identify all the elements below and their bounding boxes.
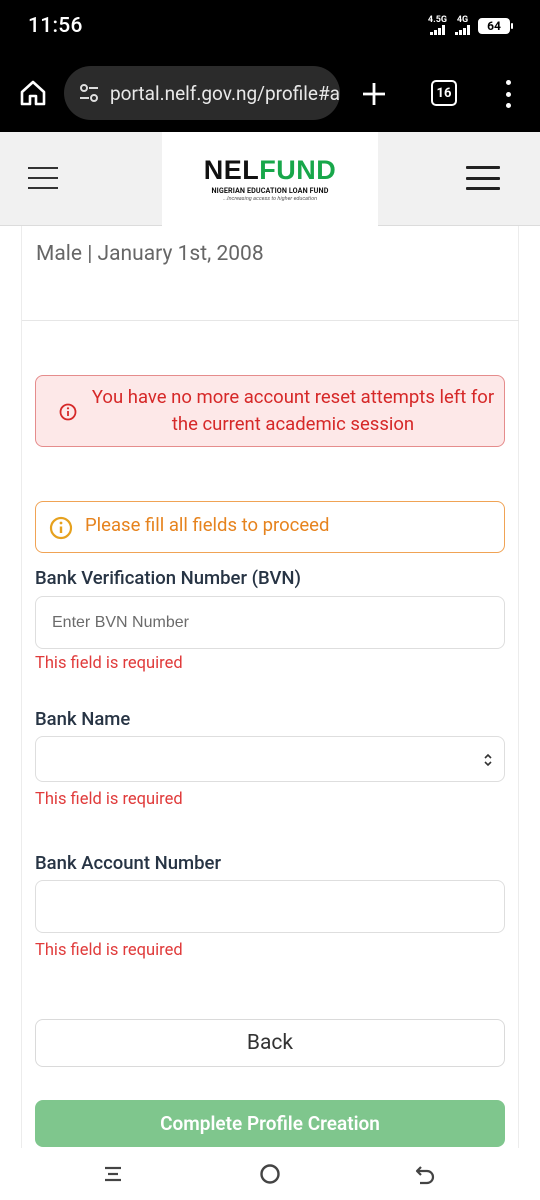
new-tab-plus-icon[interactable] — [360, 80, 388, 108]
back-nav-icon[interactable] — [414, 1163, 436, 1185]
url-text: portal.nelf.gov.ng/profile#ac — [110, 81, 340, 105]
status-bar: 11:56 4.5G 4G 64 — [0, 0, 540, 56]
home-circle-icon[interactable] — [259, 1163, 281, 1185]
logo-nel: NEL — [203, 155, 260, 185]
site-settings-icon[interactable] — [78, 82, 100, 104]
logo-tagline: ...Increasing access to higher education — [222, 196, 318, 202]
warning-alert: Please fill all fields to proceed — [35, 501, 505, 553]
bank-name-select[interactable] — [35, 736, 505, 782]
hamburger-menu-icon[interactable] — [466, 166, 500, 190]
bvn-error: This field is required — [35, 654, 183, 673]
account-number-input-wrapper — [35, 880, 505, 933]
gender-dob-text: Male | January 1st, 2008 — [36, 242, 264, 266]
recent-apps-icon[interactable] — [103, 1164, 123, 1184]
account-number-label: Bank Account Number — [35, 852, 221, 874]
back-button[interactable]: Back — [35, 1019, 505, 1067]
warning-alert-text: Please fill all fields to proceed — [85, 514, 330, 536]
system-nav-bar — [0, 1148, 540, 1200]
bvn-input-wrapper — [35, 596, 505, 649]
select-chevron-icon — [484, 753, 492, 767]
divider — [22, 320, 519, 321]
signal-icon: 4.5G — [428, 16, 447, 35]
bvn-input[interactable] — [36, 597, 504, 648]
bvn-label: Bank Verification Number (BVN) — [35, 567, 301, 589]
status-time: 11:56 — [28, 14, 83, 38]
profile-card: Male | January 1st, 2008 — [21, 226, 519, 1156]
account-number-error: This field is required — [35, 941, 183, 960]
tab-switcher-icon[interactable]: 16 — [431, 80, 457, 106]
logo-fund: FUND — [259, 155, 337, 185]
bank-name-label: Bank Name — [35, 708, 131, 730]
more-menu-icon[interactable] — [500, 80, 516, 108]
home-icon[interactable] — [18, 78, 48, 108]
sidebar-toggle-icon[interactable] — [28, 167, 58, 189]
signal-icon-2: 4G — [455, 16, 470, 35]
warning-info-icon — [49, 516, 73, 540]
browser-toolbar: portal.nelf.gov.ng/profile#ac 16 — [0, 56, 540, 132]
address-bar[interactable]: portal.nelf.gov.ng/profile#ac — [64, 66, 340, 120]
battery-icon: 64 — [478, 17, 513, 34]
error-info-icon — [59, 403, 77, 421]
bank-name-error: This field is required — [35, 790, 183, 809]
complete-profile-button[interactable]: Complete Profile Creation — [35, 1100, 505, 1147]
nelfund-logo[interactable]: NELFUND NIGERIAN EDUCATION LOAN FUND ...… — [162, 132, 378, 226]
site-header: NELFUND NIGERIAN EDUCATION LOAN FUND ...… — [0, 132, 540, 226]
status-icons: 4.5G 4G 64 — [428, 16, 513, 35]
account-number-input[interactable] — [36, 881, 504, 932]
error-alert: You have no more account reset attempts … — [35, 375, 505, 447]
logo-subtitle: NIGERIAN EDUCATION LOAN FUND — [211, 186, 329, 195]
error-alert-text: You have no more account reset attempts … — [91, 386, 495, 435]
